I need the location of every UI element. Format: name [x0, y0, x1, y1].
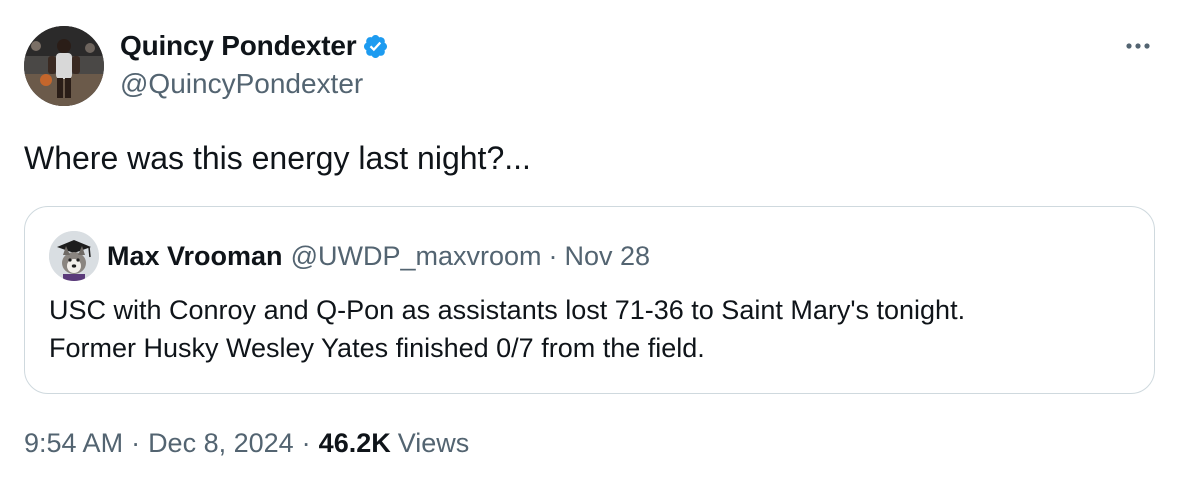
- separator-dot: ·: [131, 428, 141, 458]
- tweet-time[interactable]: 9:54 AM: [24, 428, 123, 459]
- separator-dot: ·: [548, 240, 558, 271]
- author-handle[interactable]: @QuincyPondexter: [120, 68, 389, 100]
- author-name-row: Quincy Pondexter: [120, 26, 389, 66]
- husky-graduate-avatar: [49, 231, 99, 281]
- views-count: 46.2K: [318, 428, 391, 458]
- quoted-tweet-line: USC with Conroy and Q-Pon as assistants …: [49, 295, 966, 325]
- more-horizontal-icon: [1126, 43, 1150, 49]
- more-options-button[interactable]: [1122, 30, 1154, 62]
- views-label: Views: [397, 428, 470, 458]
- quoted-tweet-card[interactable]: Max Vrooman @UWDP_maxvroom · Nov 28 USC …: [24, 206, 1155, 394]
- verified-badge-icon[interactable]: [362, 33, 389, 60]
- quoted-tweet-line: Former Husky Wesley Yates finished 0/7 f…: [49, 333, 705, 363]
- quoted-author-display-name[interactable]: Max Vrooman: [107, 241, 283, 272]
- basketball-player-photo: [24, 26, 104, 106]
- quoted-tweet-header: Max Vrooman @UWDP_maxvroom · Nov 28: [49, 231, 650, 281]
- quoted-tweet-date[interactable]: Nov 28: [565, 241, 651, 272]
- author-avatar[interactable]: [24, 26, 104, 106]
- author-display-name[interactable]: Quincy Pondexter: [120, 30, 357, 62]
- tweet-date[interactable]: Dec 8, 2024: [148, 428, 294, 459]
- author-block: Quincy Pondexter @QuincyPondexter: [120, 26, 389, 100]
- tweet-meta-row: 9:54 AM · Dec 8, 2024 · 46.2K Views: [24, 428, 469, 459]
- tweet-text: Where was this energy last night?...: [24, 140, 531, 176]
- quoted-author-handle[interactable]: @UWDP_maxvroom: [291, 241, 542, 272]
- quoted-tweet-text: USC with Conroy and Q-Pon as assistants …: [49, 291, 1139, 367]
- quoted-author-avatar[interactable]: [49, 231, 99, 281]
- separator-dot: ·: [301, 428, 311, 458]
